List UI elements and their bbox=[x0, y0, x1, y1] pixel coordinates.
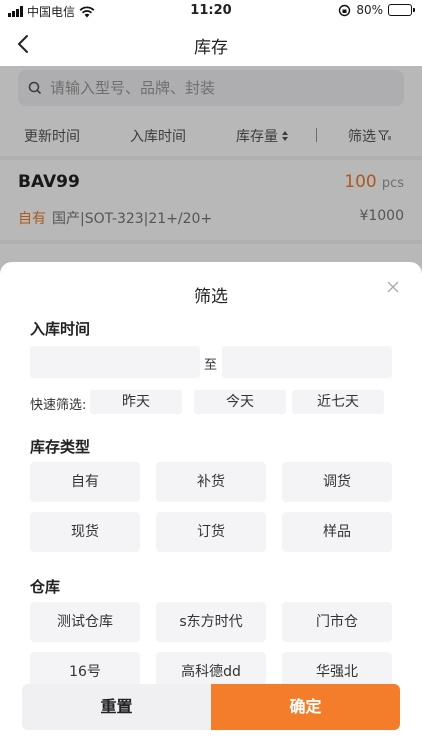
start-date-field[interactable] bbox=[30, 346, 200, 378]
confirm-button[interactable]: 确定 bbox=[211, 684, 400, 730]
warehouse-option[interactable]: 门市仓 bbox=[282, 602, 392, 642]
type-option[interactable]: 自有 bbox=[30, 462, 140, 502]
end-date-field[interactable] bbox=[222, 346, 392, 378]
reset-button[interactable]: 重置 bbox=[22, 684, 211, 730]
filter-actions: 重置 确定 bbox=[22, 684, 400, 730]
page-title: 库存 bbox=[194, 38, 228, 58]
quick-last-seven-days[interactable]: 近七天 bbox=[292, 390, 384, 414]
type-option[interactable]: 现货 bbox=[30, 512, 140, 552]
stock-type-heading: 库存类型 bbox=[30, 438, 91, 456]
battery-icon bbox=[388, 4, 415, 16]
type-option[interactable]: 调货 bbox=[282, 462, 392, 502]
filter-sheet: 筛选 入库时间 至 快速筛选: 昨天 今天 近七天 库存类型 自有 补货 调货 … bbox=[0, 262, 422, 750]
warehouse-option[interactable]: 测试仓库 bbox=[30, 602, 140, 642]
stockin-time-heading: 入库时间 bbox=[30, 320, 91, 338]
type-option[interactable]: 样品 bbox=[282, 512, 392, 552]
close-icon[interactable] bbox=[386, 280, 400, 294]
quick-today[interactable]: 今天 bbox=[194, 390, 286, 414]
type-option[interactable]: 补货 bbox=[156, 462, 266, 502]
filter-title: 筛选 bbox=[194, 287, 228, 307]
quick-yesterday[interactable]: 昨天 bbox=[90, 390, 182, 414]
type-option[interactable]: 订货 bbox=[156, 512, 266, 552]
nav-header: 库存 bbox=[0, 22, 422, 66]
orientation-lock-icon bbox=[339, 4, 351, 16]
warehouse-option[interactable]: s东方时代 bbox=[156, 602, 266, 642]
quick-filter-label: 快速筛选: bbox=[30, 398, 87, 413]
battery-percent: 80% bbox=[356, 3, 383, 17]
date-range-separator: 至 bbox=[204, 358, 218, 373]
status-bar: 中国电信 11:20 80% bbox=[0, 0, 422, 22]
warehouse-heading: 仓库 bbox=[30, 578, 61, 596]
